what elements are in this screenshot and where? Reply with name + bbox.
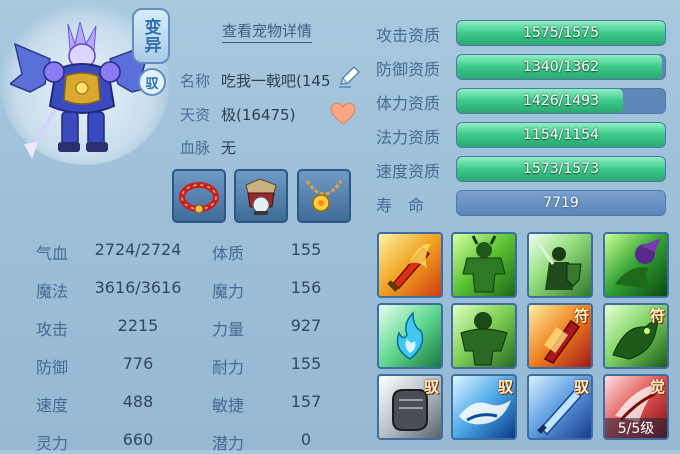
life-bar: 7719 <box>456 190 666 216</box>
armor-set-icon <box>245 178 277 215</box>
stat-label-constitution: 体质 <box>212 244 245 263</box>
apt-bar-speed: 1573/1573 <box>456 156 666 182</box>
flame-blade-icon <box>387 243 431 292</box>
spirit-flame-icon <box>396 311 424 360</box>
stat-value-potential: 0 <box>300 430 312 449</box>
skill-slot-7[interactable]: 符 <box>527 303 593 369</box>
skill-slot-8[interactable]: 符 <box>603 303 669 369</box>
talent-value: 极(16475) <box>221 106 296 124</box>
apt-value-mana: 1154/1154 <box>523 127 599 143</box>
stat-label-hp: 气血 <box>36 244 69 263</box>
apt-label-attack: 攻击资质 <box>376 26 441 45</box>
view-pet-details-link[interactable]: 查看宠物详情 <box>222 20 313 43</box>
stat-label-mp: 魔法 <box>36 282 69 301</box>
stat-label-endurance: 耐力 <box>212 358 245 377</box>
equipment-slot-necklace[interactable] <box>297 169 351 223</box>
stat-value-hp: 2724/2724 <box>94 240 182 259</box>
skill-slot-12[interactable]: 觉 5/5级 <box>603 374 669 440</box>
heart-icon[interactable] <box>330 102 356 126</box>
stat-label-agility: 敏捷 <box>212 396 245 415</box>
apt-value-stamina: 1426/1493 <box>523 93 599 109</box>
apt-bar-stamina: 1426/1493 <box>456 88 666 114</box>
talent-label: 天资 <box>180 106 211 124</box>
stat-value-defense: 776 <box>122 354 154 373</box>
skill-tag-tame-3: 驭 <box>573 378 589 396</box>
skill-slot-4[interactable] <box>603 232 669 298</box>
apt-value-attack: 1575/1575 <box>523 25 599 41</box>
stat-label-speed: 速度 <box>36 396 69 415</box>
stat-label-potential: 潜力 <box>212 434 245 453</box>
skill-tag-tame-2: 驭 <box>497 378 513 396</box>
skill-level-badge: 5/5级 <box>605 418 667 438</box>
apt-value-speed: 1573/1573 <box>523 161 599 177</box>
skill-slot-9[interactable]: 驭 <box>377 374 443 440</box>
pet-name-value: 吃我一戟吧(145 <box>221 72 331 90</box>
apt-value-defense: 1340/1362 <box>523 59 599 75</box>
life-value: 7719 <box>543 195 579 211</box>
poison-strike-icon <box>615 238 661 290</box>
skill-tag-awaken: 觉 <box>649 378 665 396</box>
apt-label-defense: 防御资质 <box>376 60 441 79</box>
skill-tag-charm-2: 符 <box>649 307 665 325</box>
stat-label-defense: 防御 <box>36 358 69 377</box>
stat-label-magic: 魔力 <box>212 282 245 301</box>
green-giant-icon <box>462 235 506 293</box>
edit-name-icon[interactable] <box>336 64 362 90</box>
stat-value-attack: 2215 <box>117 316 159 335</box>
bloodline-value: 无 <box>221 139 237 157</box>
name-label: 名称 <box>180 72 211 90</box>
skill-slot-1[interactable] <box>377 232 443 298</box>
mutate-badge: 变异 <box>132 8 170 64</box>
green-brute-icon <box>460 312 508 366</box>
apt-bar-mana: 1154/1154 <box>456 122 666 148</box>
red-collar-icon <box>179 182 219 214</box>
stat-value-constitution: 155 <box>290 240 322 259</box>
stat-value-endurance: 155 <box>290 354 322 373</box>
apt-bar-attack: 1575/1575 <box>456 20 666 46</box>
stat-value-speed: 488 <box>122 392 154 411</box>
skill-slot-2[interactable] <box>451 232 517 298</box>
stat-label-spirit: 灵力 <box>36 434 69 453</box>
skill-slot-6[interactable] <box>451 303 517 369</box>
skill-tag-tame-1: 驭 <box>423 378 439 396</box>
apt-bar-defense: 1340/1362 <box>456 54 666 80</box>
gold-necklace-icon <box>305 180 343 212</box>
stat-label-strength: 力量 <box>212 320 245 339</box>
apt-label-speed: 速度资质 <box>376 162 441 181</box>
stat-value-spirit: 660 <box>122 430 154 449</box>
skill-slot-3[interactable] <box>527 232 593 298</box>
shield-warrior-icon <box>537 243 582 290</box>
skill-slot-10[interactable]: 驭 <box>451 374 517 440</box>
skill-tag-charm: 符 <box>573 307 589 325</box>
stat-value-magic: 156 <box>290 278 322 297</box>
tame-badge: 驭 <box>138 68 166 96</box>
stat-value-agility: 157 <box>290 392 322 411</box>
stat-label-attack: 攻击 <box>36 320 69 339</box>
equipment-slot-collar[interactable] <box>172 169 226 223</box>
apt-label-mana: 法力资质 <box>376 128 441 147</box>
stat-value-mp: 3616/3616 <box>94 278 182 297</box>
skill-slot-5[interactable] <box>377 303 443 369</box>
stat-value-strength: 927 <box>290 316 322 335</box>
bloodline-label: 血脉 <box>180 139 211 157</box>
equipment-slot-armor[interactable] <box>234 169 288 223</box>
apt-label-stamina: 体力资质 <box>376 94 441 113</box>
life-label: 寿 命 <box>376 196 425 215</box>
skill-slot-11[interactable]: 驭 <box>527 374 593 440</box>
